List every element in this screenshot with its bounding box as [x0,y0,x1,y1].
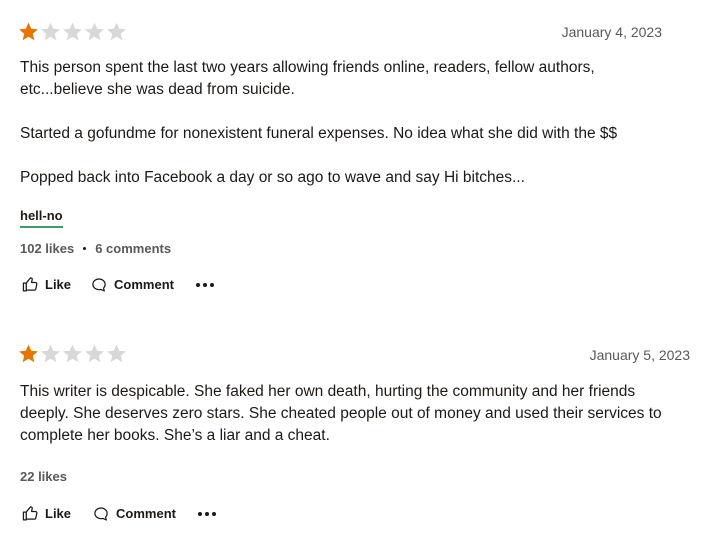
review-actions: Like Comment [22,505,216,522]
dot [211,511,216,516]
review-paragraph: Started a gofundme for nonexistent funer… [20,125,618,142]
shelf-tag[interactable]: hell-no [20,208,63,228]
comment-icon [94,506,108,521]
comment-label: Comment [116,506,176,521]
like-label: Like [45,506,72,521]
dot [197,511,202,516]
review-actions: Like Comment [22,276,214,293]
star-icon [19,344,38,363]
review-paragraph: This writer is despicable. She faked her… [20,383,662,444]
star-rating [18,343,127,364]
star-rating [18,21,127,42]
likes-count[interactable]: 102 likes [20,241,74,256]
star-icon [107,344,126,363]
star-icon [41,22,60,41]
comment-label: Comment [114,277,174,292]
review-paragraph: Popped back into Facebook a day or so ag… [20,169,525,186]
review-text: This person spent the last two years all… [20,57,620,189]
review-date[interactable]: January 4, 2023 [562,24,662,40]
star-icon [85,22,104,41]
star-icon [85,344,104,363]
review-stats: 22 likes [20,469,67,484]
separator-dot [83,247,87,250]
review-text: This writer is despicable. She faked her… [20,381,685,447]
comments-count[interactable]: 6 comments [95,241,171,256]
comment-button[interactable]: Comment [91,277,174,293]
dot [195,282,200,287]
star-icon [19,22,38,41]
review-date[interactable]: January 5, 2023 [590,347,690,363]
more-icon[interactable] [197,511,216,516]
like-button[interactable]: Like [22,276,71,293]
likes-count[interactable]: 22 likes [20,469,67,484]
star-icon [107,22,126,41]
more-icon[interactable] [195,282,214,287]
star-icon [63,344,82,363]
dot [204,511,209,516]
like-label: Like [45,277,72,292]
star-icon [63,22,82,41]
comment-button[interactable]: Comment [93,506,176,522]
review-stats: 102 likes 6 comments [20,241,171,256]
comment-icon [92,277,106,292]
thumbs-up-icon [22,277,38,292]
like-button[interactable]: Like [22,505,71,522]
star-icon [41,344,60,363]
dot [209,282,214,287]
dot [202,282,207,287]
thumbs-up-icon [22,506,38,521]
review-paragraph: This person spent the last two years all… [20,59,595,98]
